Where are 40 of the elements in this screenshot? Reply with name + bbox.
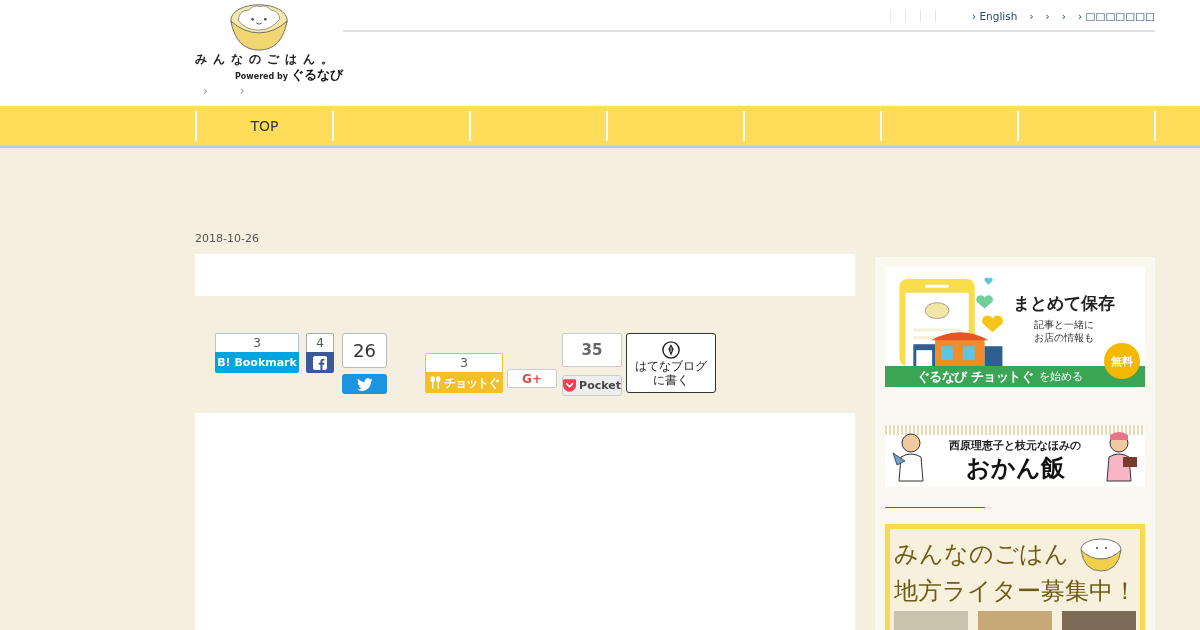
share-button[interactable]: G+ [507,369,557,388]
app-promo-banner[interactable]: まとめて保存 記事と一緒に お店の情報も ぐるなび チョットぐ を始める 無料 [885,267,1145,387]
banner-headline: まとめて保存 [1013,293,1115,313]
pocket-button[interactable]: Pocket [562,375,622,396]
header-link[interactable]: › [1061,9,1066,23]
column-banner[interactable]: 西原理恵子と枝元なほみの おかん飯 [885,425,1145,487]
share-count: 4 [306,333,334,352]
banner-brand-text: ぐるなび チョットぐ [916,369,1034,384]
share-button[interactable] [306,352,334,373]
share-count: 3 [425,353,503,372]
header-link[interactable]: › □□□□□□□ [1078,9,1155,23]
free-badge: 無料 [1104,343,1140,379]
banner-text: 記事と一緒に [1034,318,1094,331]
banner-text: お店の情報も [1034,331,1094,344]
banner-subtitle: 西原理恵子と枝元なほみの [949,439,1081,453]
banner-cta-text: を始める [1039,370,1084,383]
site-logo-title[interactable]: みんなのごはん。 [195,52,343,66]
letter-f-icon [313,355,327,370]
banner-title: おかん飯 [965,453,1065,483]
banner-headline: 地方ライター募集中！ [894,576,1136,607]
header-link[interactable]: › English [971,9,1018,23]
share-count: 3 [215,333,299,352]
pocket-icon [563,379,577,392]
powered-by-text: Powered by [235,72,288,82]
bird-icon [356,377,373,391]
nav-item[interactable]: TOP [250,118,279,134]
banner-title: みんなのごはん [894,539,1069,569]
rice-bowl-icon [1079,536,1123,572]
header-link[interactable]: › [1029,9,1034,23]
tweet-button[interactable] [342,374,387,394]
share-count: 35 [562,333,622,367]
write-blog-button[interactable]: はてなブログ に書く [626,333,716,393]
utensils-icon [429,376,441,389]
recruit-banner[interactable]: みんなのごはん 地方ライター募集中！ [885,524,1145,630]
share-count: 26 [342,333,387,368]
rice-bowl-icon[interactable] [229,2,289,51]
brand-logo-text: ぐるなび [291,67,343,82]
post-date: 2018-10-26 [195,232,259,246]
header-link[interactable]: › [1045,9,1050,23]
pen-nib-icon [662,341,680,359]
